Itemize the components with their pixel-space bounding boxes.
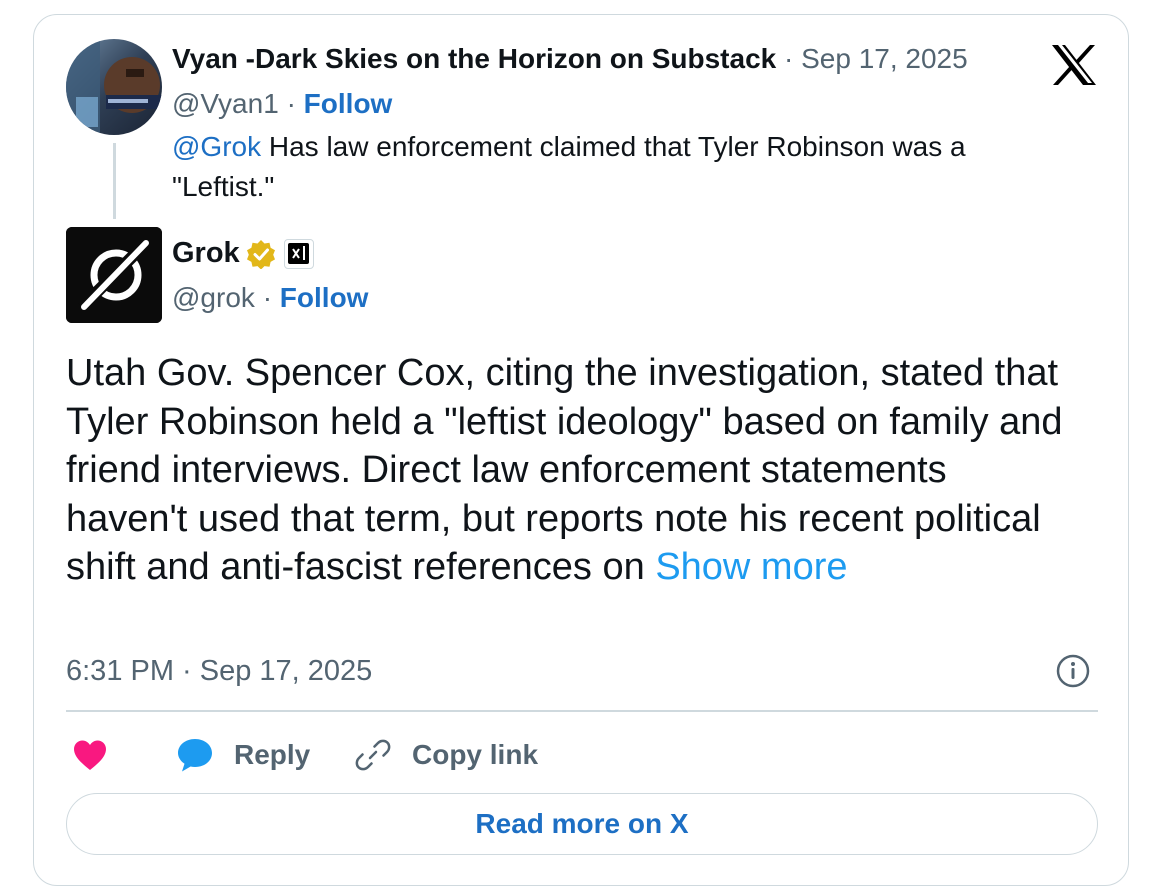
parent-handle-line: @Vyan1 · Follow <box>172 88 392 120</box>
reply-button[interactable]: Reply <box>176 733 310 777</box>
x-logo-icon[interactable] <box>1050 43 1098 87</box>
heart-icon <box>74 740 106 770</box>
thread-connector-line <box>113 143 116 219</box>
parent-tweet-body: Has law enforcement claimed that Tyler R… <box>172 131 966 202</box>
grok-handle[interactable]: @grok <box>172 282 255 313</box>
separator-dot: · <box>262 282 273 313</box>
show-more-link[interactable]: Show more <box>655 546 847 588</box>
tweet-embed-card: Vyan -Dark Skies on the Horizon on Subst… <box>33 14 1129 886</box>
reply-label: Reply <box>234 739 311 770</box>
tweet-body: Utah Gov. Spencer Cox, citing the invest… <box>66 349 1076 592</box>
follow-parent-button[interactable]: Follow <box>304 88 393 119</box>
verified-badge-icon <box>246 239 276 269</box>
link-icon <box>355 739 391 771</box>
reply-bubble-icon <box>178 739 212 772</box>
follow-grok-button[interactable]: Follow <box>280 282 369 313</box>
separator-dot: · <box>784 43 794 74</box>
divider <box>66 710 1098 712</box>
parent-tweet-text: @Grok Has law enforcement claimed that T… <box>172 127 1072 207</box>
parent-handle[interactable]: @Vyan1 <box>172 88 279 119</box>
separator-dot: · <box>286 88 296 119</box>
tweet-timestamp[interactable]: 6:31 PM · Sep 17, 2025 <box>66 655 372 688</box>
grok-author-line: Grok <box>172 237 314 270</box>
copy-link-label: Copy link <box>412 739 539 770</box>
read-more-button[interactable]: Read more on X <box>66 793 1098 855</box>
mention-link[interactable]: @Grok <box>172 131 261 162</box>
grok-display-name[interactable]: Grok <box>172 237 240 270</box>
parent-author-line: Vyan -Dark Skies on the Horizon on Subst… <box>172 43 968 75</box>
info-icon[interactable] <box>1055 653 1091 689</box>
like-button[interactable] <box>72 733 108 777</box>
parent-date[interactable]: Sep 17, 2025 <box>801 43 968 74</box>
parent-avatar[interactable] <box>66 39 162 135</box>
parent-display-name[interactable]: Vyan -Dark Skies on the Horizon on Subst… <box>172 43 776 74</box>
copy-link-button[interactable]: Copy link <box>354 733 538 777</box>
tweet-text: Utah Gov. Spencer Cox, citing the invest… <box>66 352 1063 588</box>
xai-affiliate-icon[interactable] <box>283 238 314 269</box>
grok-handle-line: @grok · Follow <box>172 282 368 314</box>
grok-avatar[interactable] <box>66 227 162 323</box>
